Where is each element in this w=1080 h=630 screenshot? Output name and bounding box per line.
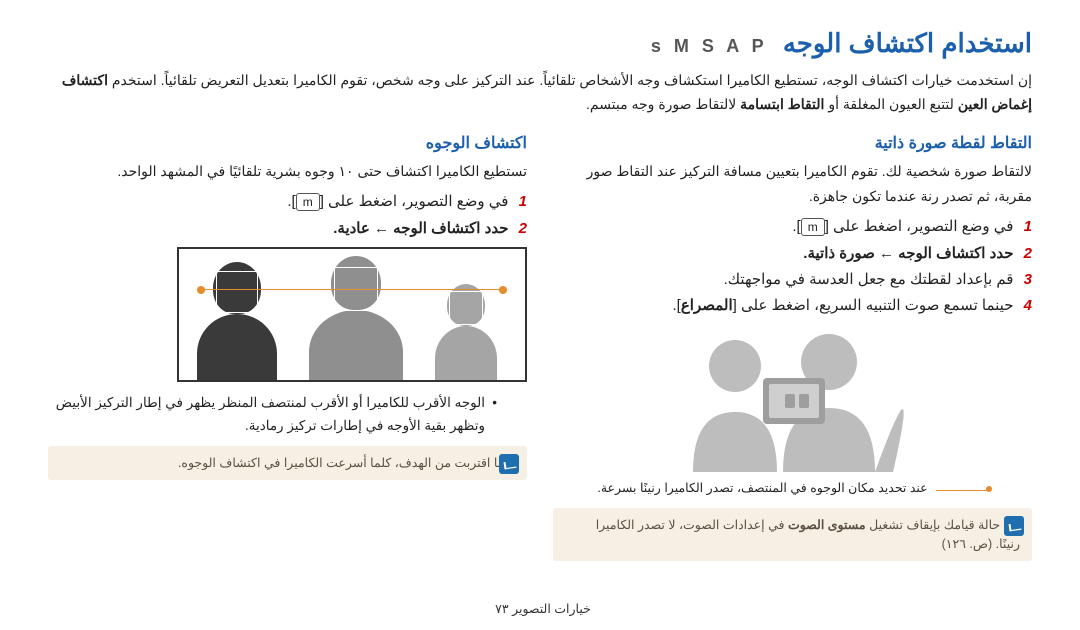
fd-step2: 2 حدد اكتشاف الوجه ← عادية.: [48, 219, 527, 237]
step-number-2: 2: [519, 220, 527, 237]
intro-paragraph: إن استخدمت خيارات اكتشاف الوجه، تستطيع ا…: [48, 69, 1032, 117]
page-title: استخدام اكتشاف الوجه s M S A P: [48, 28, 1032, 59]
sp-step1-pre: في وضع التصوير، اضغط على [: [825, 218, 1014, 235]
note-icon: [499, 454, 519, 474]
sp-note: في حالة قيامك بإيقاف تشغيل مستوى الصوت ف…: [553, 508, 1032, 562]
menu-key-icon: m: [296, 193, 320, 211]
columns: اكتشاف الوجوه تستطيع الكاميرا اكتشاف حتى…: [48, 127, 1032, 562]
sp-step2: 2 حدد اكتشاف الوجه ← صورة ذاتية.: [553, 244, 1032, 262]
sp-step3-text: قم بإعداد لقطتك مع جعل العدسة في مواجهتك…: [724, 271, 1014, 288]
sp-step3: 3 قم بإعداد لقطتك مع جعل العدسة في مواجه…: [553, 270, 1032, 288]
silhouette-1: [197, 314, 277, 380]
title-text: استخدام اكتشاف الوجه: [783, 28, 1032, 58]
col-face-detection: اكتشاف الوجوه تستطيع الكاميرا اكتشاف حتى…: [48, 127, 527, 562]
sp-step1: 1 في وضع التصوير، اضغط على [m].: [553, 217, 1032, 236]
step-number-1b: 1: [1024, 218, 1032, 235]
sp-step1-post: ].: [792, 218, 800, 235]
step-number-4: 4: [1024, 297, 1032, 314]
fd-bullet-1: الوجه الأقرب للكاميرا أو الأقرب لمنتصف ا…: [48, 392, 497, 438]
heading-face-detection: اكتشاف الوجوه: [48, 133, 527, 153]
face-frame-3: [449, 291, 483, 325]
sp-step4: 4 حينما تسمع صوت التنبيه السريع، اضغط عل…: [553, 296, 1032, 314]
sp-caption-text: عند تحديد مكان الوجوه في المنتصف، تصدر ا…: [597, 481, 927, 495]
face-frame-1: [216, 271, 258, 313]
footer-section: خيارات التصوير: [512, 602, 591, 616]
note-icon-2: [1004, 516, 1024, 536]
illustration-self-portrait: [643, 322, 943, 472]
sp-desc: لالتقاط صورة شخصية لك. تقوم الكاميرا بتع…: [553, 159, 1032, 209]
fd-bullets: الوجه الأقرب للكاميرا أو الأقرب لمنتصف ا…: [48, 392, 497, 438]
heading-self-portrait: التقاط لقطة صورة ذاتية: [553, 133, 1032, 153]
footer-page-number: ٧٣: [495, 602, 508, 616]
focus-guide-line: [201, 289, 503, 290]
col-self-portrait: التقاط لقطة صورة ذاتية لالتقاط صورة شخصي…: [553, 127, 1032, 562]
step-number-3: 3: [1024, 271, 1032, 288]
step-number-1: 1: [519, 193, 527, 210]
silhouette-2: [309, 310, 403, 380]
page-footer: خيارات التصوير ٧٣: [0, 601, 1080, 616]
illustration-face-detection: [177, 247, 527, 382]
step-number-2b: 2: [1024, 245, 1032, 262]
sp-caption: عند تحديد مكان الوجوه في المنتصف، تصدر ا…: [553, 478, 972, 498]
fd-desc: تستطيع الكاميرا اكتشاف حتى ١٠ وجوه بشرية…: [48, 159, 527, 184]
fd-step1: 1 في وضع التصوير، اضغط على [m].: [48, 192, 527, 211]
fd-note-text: كلما اقتربت من الهدف، كلما أسرعت الكامير…: [178, 456, 515, 470]
mode-letters: s M S A P: [651, 36, 768, 56]
fd-note: كلما اقتربت من الهدف، كلما أسرعت الكامير…: [48, 446, 527, 481]
menu-key-icon-2: m: [801, 218, 825, 236]
silhouette-3: [435, 326, 497, 380]
fd-step1-pre: في وضع التصوير، اضغط على [: [320, 193, 509, 210]
fd-step1-post: ].: [287, 193, 295, 210]
